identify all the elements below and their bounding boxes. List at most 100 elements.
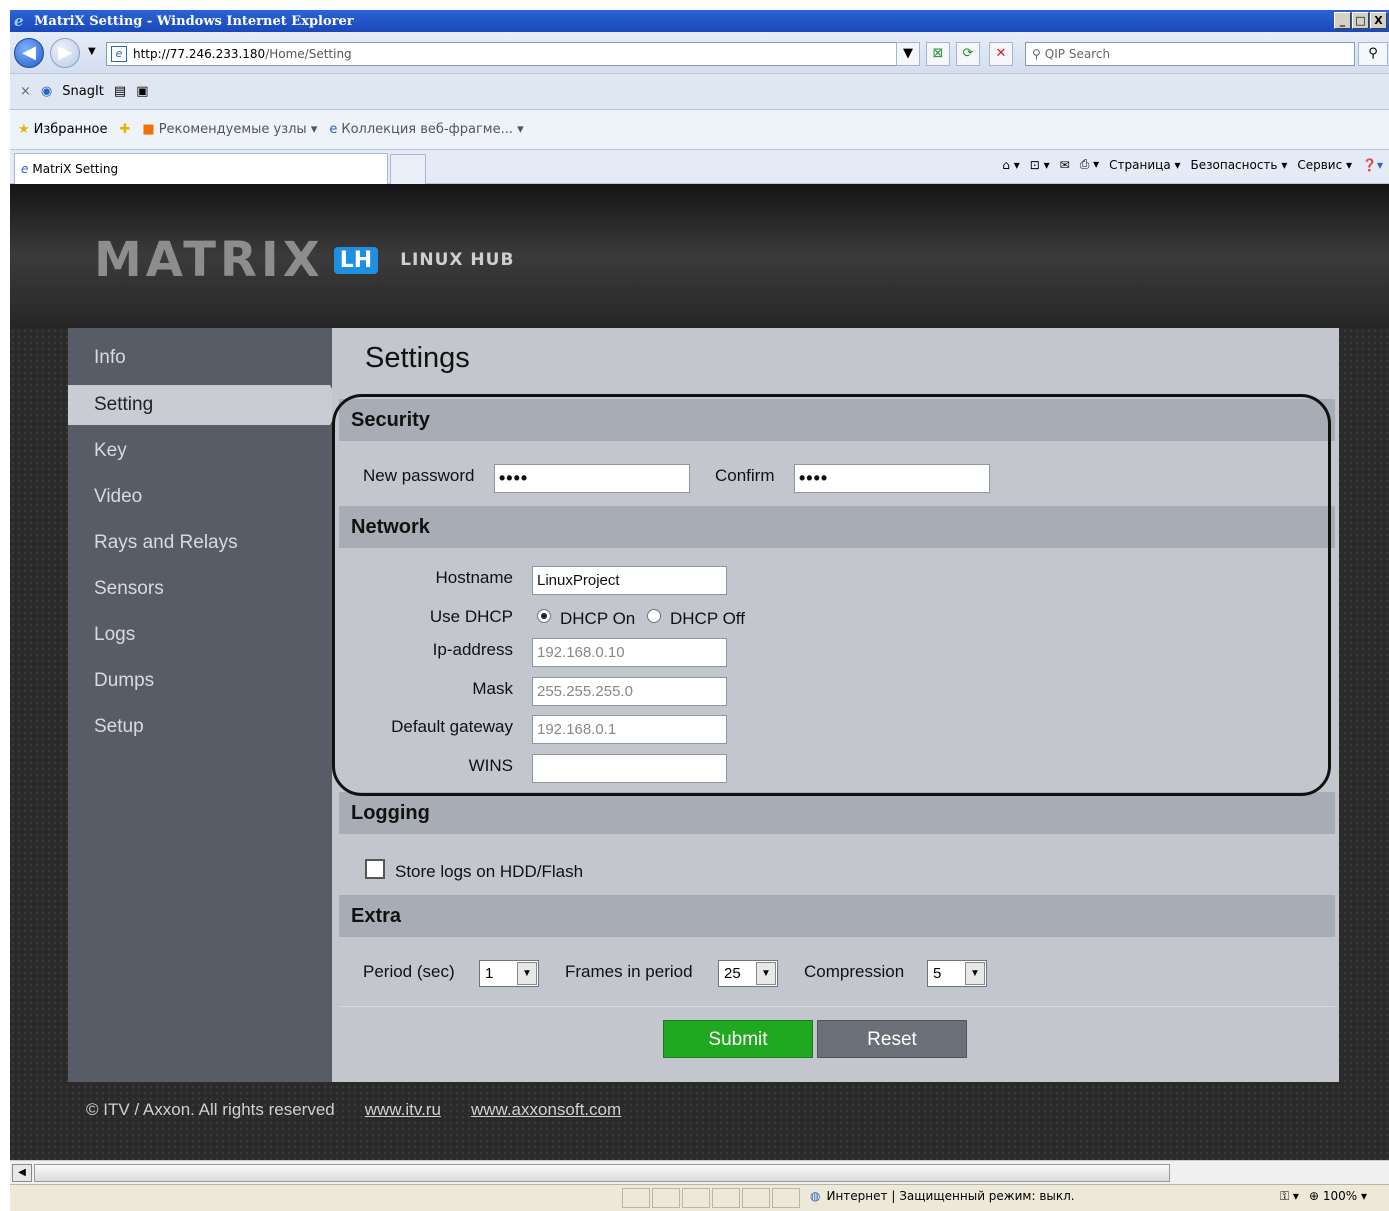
sidebar-item-dumps[interactable]: Dumps [68, 661, 332, 701]
store-logs-label: Store logs on HDD/Flash [395, 862, 584, 881]
magnifier-icon: ⚲ [1368, 46, 1378, 61]
axxonsoft-link[interactable]: www.axxonsoft.com [471, 1100, 621, 1120]
minimize-button[interactable]: _ [1334, 12, 1351, 29]
compatibility-view-icon[interactable]: ⊠ [926, 42, 950, 66]
status-bar: ◍ Интернет | Защищенный режим: выкл. ⚿ ▾… [10, 1184, 1389, 1211]
network-section-header: Network [339, 506, 1335, 548]
safety-menu[interactable]: Безопасность ▾ [1191, 158, 1288, 172]
search-placeholder: QIP Search [1044, 47, 1111, 61]
back-button[interactable]: ◀ [14, 38, 44, 68]
help-icon[interactable]: ❓▾ [1362, 158, 1383, 172]
scroll-left-icon[interactable]: ◀ [12, 1164, 32, 1182]
search-input[interactable]: ⚲ QIP Search [1025, 42, 1355, 66]
tools-menu[interactable]: Сервис ▾ [1297, 158, 1352, 172]
dhcp-on-radio[interactable] [537, 609, 551, 623]
submit-button[interactable]: Submit [663, 1020, 813, 1058]
confirm-label: Confirm [715, 466, 775, 485]
url-field[interactable]: e http://77.246.233.180 /Home/Setting [106, 42, 918, 66]
default-gateway-label: Default gateway [391, 717, 513, 736]
page-menu[interactable]: Страница ▾ [1109, 158, 1180, 172]
protected-mode-icon[interactable]: ⚿ ▾ [1280, 1189, 1299, 1204]
mail-icon[interactable]: ✉ [1060, 158, 1070, 172]
store-logs-checkbox[interactable] [365, 859, 385, 879]
dhcp-on-label: DHCP On [560, 609, 636, 628]
status-zoom-area: ⚿ ▾ ⊕ 100% ▾ [1280, 1189, 1367, 1204]
sidebar-item-logs[interactable]: Logs [68, 615, 332, 655]
sidebar-item-key[interactable]: Key [68, 431, 332, 471]
site-header: MATRIX LH LINUX HUB [10, 184, 1389, 328]
close-button[interactable]: X [1370, 12, 1387, 29]
default-gateway-field[interactable]: 192.168.0.1 [532, 715, 727, 744]
dhcp-off-radio[interactable] [647, 609, 661, 623]
status-cell [622, 1188, 650, 1208]
add-favorite-icon[interactable]: ✚ [119, 122, 130, 137]
extra-section-header: Extra [339, 895, 1335, 937]
close-toolbar-icon[interactable]: × [20, 84, 31, 99]
history-dropdown-icon[interactable]: ▼ [88, 46, 96, 57]
chevron-down-icon: ▾ [1360, 1189, 1367, 1203]
itv-link[interactable]: www.itv.ru [365, 1100, 441, 1120]
page-title: Settings [365, 342, 470, 374]
favorites-star-icon: ★ [18, 122, 30, 137]
sidebar-item-sensors[interactable]: Sensors [68, 569, 332, 609]
globe-icon: ◍ [810, 1189, 821, 1203]
frames-in-period-value: 25 [724, 965, 741, 982]
search-go-button[interactable]: ⚲ [1358, 42, 1388, 66]
sidebar-item-setup[interactable]: Setup [68, 707, 332, 747]
tab-matrix-setting[interactable]: e MatriX Setting [14, 153, 388, 184]
sidebar-nav: Info Setting Key Video Rays and Relays S… [68, 328, 340, 1082]
zoom-control[interactable]: ⊕ 100% ▾ [1309, 1189, 1367, 1204]
status-cell [712, 1188, 740, 1208]
snagit-capture-icon[interactable]: ▤ [114, 84, 126, 99]
snagit-editor-icon[interactable]: ▣ [136, 84, 148, 99]
chevron-down-icon: ▼ [756, 962, 776, 985]
sidebar-item-info[interactable]: Info [68, 338, 332, 378]
chevron-down-icon: ▼ [517, 962, 537, 985]
snagit-icon: ◉ [40, 84, 53, 99]
frames-in-period-select[interactable]: 25 ▼ [718, 960, 778, 987]
use-dhcp-label: Use DHCP [429, 607, 513, 626]
forward-arrow-icon: ▶ [58, 42, 72, 63]
tab-favicon-icon: e [21, 162, 29, 176]
zoom-level: 100% [1322, 1189, 1358, 1203]
scroll-thumb[interactable] [34, 1164, 1170, 1182]
compression-select[interactable]: 5 ▼ [927, 960, 987, 987]
print-icon[interactable]: ⎙ ▾ [1080, 157, 1099, 172]
command-bar: ⌂ ▾ ⊡ ▾ ✉ ⎙ ▾ Страница ▾ Безопасность ▾ … [1002, 157, 1383, 172]
sidebar-item-rays-and-relays[interactable]: Rays and Relays [68, 523, 332, 563]
reset-button[interactable]: Reset [817, 1020, 967, 1058]
ip-address-label: Ip-address [432, 640, 513, 659]
stop-icon[interactable]: ✕ [989, 42, 1013, 66]
home-icon[interactable]: ⌂ ▾ [1002, 158, 1019, 172]
status-cell [742, 1188, 770, 1208]
period-select[interactable]: 1 ▼ [479, 960, 539, 987]
new-tab-button[interactable] [390, 154, 426, 184]
wins-field[interactable] [532, 754, 727, 783]
url-host: http://77.246.233.180 [133, 47, 266, 61]
compression-value: 5 [933, 965, 942, 982]
sidebar-item-setting[interactable]: Setting [68, 385, 340, 425]
refresh-icon[interactable]: ⟳ [956, 42, 980, 66]
new-password-field[interactable]: •••• [494, 464, 690, 493]
security-zone[interactable]: ◍ Интернет | Защищенный режим: выкл. [810, 1189, 1075, 1203]
snagit-button[interactable]: SnagIt [62, 84, 104, 99]
address-bar: ◀ ▶ ▼ e http://77.246.233.180 /Home/Sett… [10, 32, 1389, 74]
compression-label: Compression [804, 962, 905, 981]
sidebar-item-video[interactable]: Video [68, 477, 332, 517]
confirm-password-field[interactable]: •••• [794, 464, 990, 493]
web-slice-gallery-link[interactable]: Коллекция веб-фрагме... ▾ [341, 122, 523, 137]
address-dropdown-icon[interactable]: ▼ [896, 42, 920, 66]
suggested-sites-link[interactable]: Рекомендуемые узлы ▾ [159, 122, 318, 137]
status-cell [682, 1188, 710, 1208]
ip-address-field[interactable]: 192.168.0.10 [532, 638, 727, 667]
mask-field[interactable]: 255.255.255.0 [532, 677, 727, 706]
logo-badge: LH [333, 246, 379, 274]
horizontal-scrollbar[interactable]: ◀ [10, 1160, 1389, 1184]
back-arrow-icon: ◀ [22, 42, 36, 63]
feeds-icon[interactable]: ⊡ ▾ [1030, 158, 1050, 172]
favorites-button[interactable]: Избранное [34, 122, 108, 137]
maximize-button[interactable]: □ [1352, 12, 1369, 29]
hostname-field[interactable]: LinuxProject [532, 566, 727, 595]
forward-button[interactable]: ▶ [50, 38, 80, 68]
zone-text: Интернет | Защищенный режим: выкл. [826, 1189, 1075, 1203]
